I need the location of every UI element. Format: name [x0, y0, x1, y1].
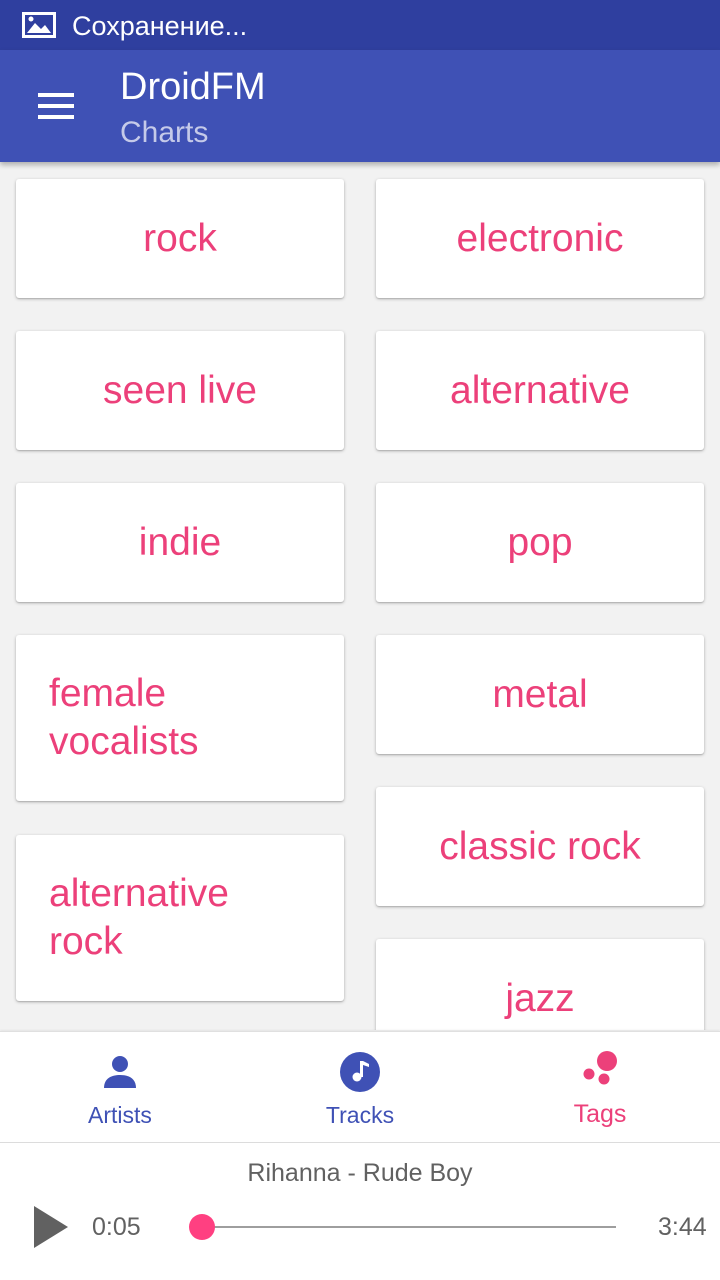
tag-card-indie[interactable]: indie [16, 483, 344, 602]
tag-card-alternative-rock[interactable]: alternative rock [16, 835, 344, 1001]
play-icon[interactable] [30, 1203, 70, 1251]
tag-label: seen live [103, 368, 257, 412]
tag-label: jazz [505, 976, 575, 1020]
current-time: 0:05 [92, 1213, 141, 1241]
mini-player: Rihanna - Rude Boy 0:05 3:44 [0, 1142, 720, 1280]
tag-card-jazz[interactable]: jazz [376, 939, 704, 1030]
total-time: 3:44 [658, 1213, 707, 1241]
app-title: DroidFM [120, 66, 266, 108]
tag-card-pop[interactable]: pop [376, 483, 704, 602]
tag-label: alternative [450, 368, 630, 412]
hamburger-menu-icon[interactable] [34, 88, 78, 124]
app-bar: DroidFM Charts [0, 50, 720, 162]
image-icon [22, 12, 56, 38]
tag-label: electronic [456, 216, 624, 260]
nav-item-tags[interactable]: Tags [480, 1032, 720, 1143]
tag-label: classic rock [439, 824, 641, 868]
seek-bar[interactable] [189, 1214, 616, 1240]
tag-card-seen-live[interactable]: seen live [16, 331, 344, 450]
person-icon [104, 1056, 136, 1088]
tag-card-classic-rock[interactable]: classic rock [376, 787, 704, 906]
now-playing-title: Rihanna - Rude Boy [247, 1159, 473, 1187]
nav-label-tags: Tags [573, 1100, 627, 1128]
tag-label: pop [507, 520, 573, 564]
tag-label: indie [138, 520, 222, 564]
tag-label: metal [492, 672, 588, 716]
tag-label: female vocalists [49, 672, 199, 763]
status-text: Сохранение... [72, 11, 248, 41]
tag-card-rock[interactable]: rock [16, 179, 344, 298]
nav-item-artists[interactable]: Artists [0, 1032, 240, 1143]
app-subtitle: Charts [120, 116, 209, 149]
tags-bubbles-icon [583, 1051, 617, 1085]
nav-item-tracks[interactable]: Tracks [240, 1032, 480, 1143]
seek-bar-thumb[interactable] [189, 1214, 216, 1240]
tag-card-alternative[interactable]: alternative [376, 331, 704, 450]
tag-grid: rock seen live indie female vocalists al… [0, 162, 720, 1030]
tag-label: rock [143, 216, 217, 260]
tag-label: alternative rock [49, 872, 229, 963]
status-bar: Сохранение... [0, 0, 720, 50]
tag-card-electronic[interactable]: electronic [376, 179, 704, 298]
nav-label-tracks: Tracks [325, 1102, 395, 1128]
tag-card-metal[interactable]: metal [376, 635, 704, 754]
tag-card-female-vocalists[interactable]: female vocalists [16, 635, 344, 801]
music-note-icon [340, 1052, 380, 1092]
bottom-navigation: Artists Tracks Tags [0, 1031, 720, 1142]
nav-label-artists: Artists [88, 1102, 152, 1128]
